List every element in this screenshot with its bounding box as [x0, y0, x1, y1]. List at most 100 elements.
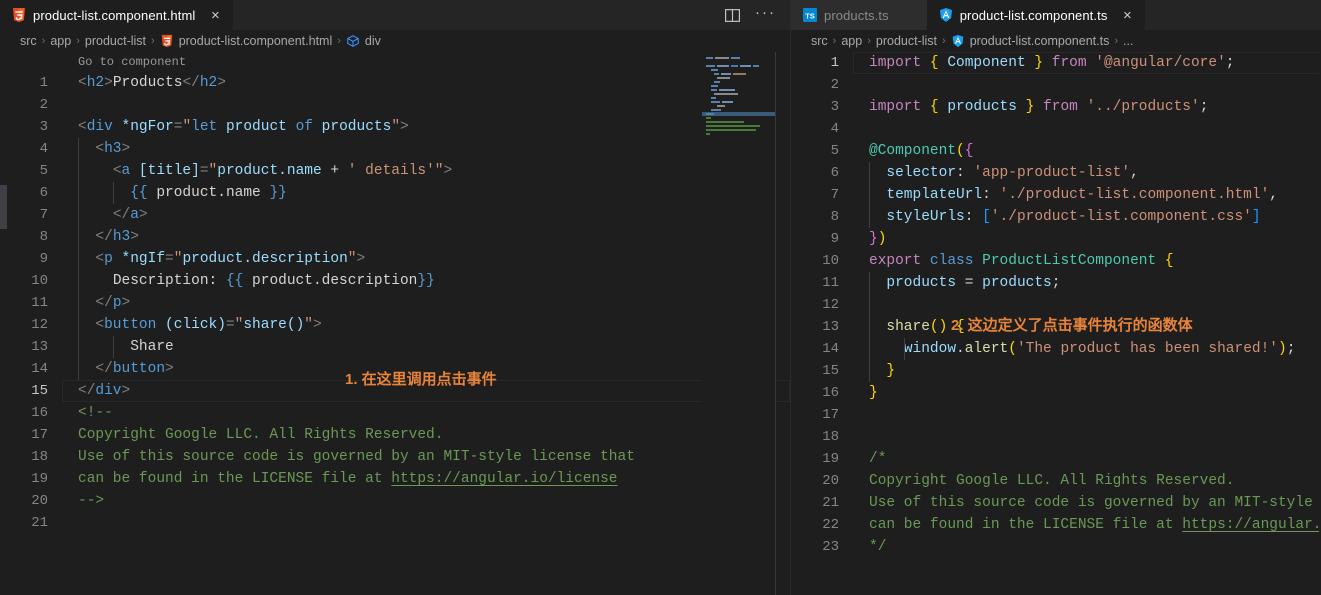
- line-content: <div *ngFor="let product of products">: [62, 116, 790, 138]
- code-line: 11 </p>: [0, 292, 790, 314]
- vertical-scrollbar-left[interactable]: [776, 52, 790, 595]
- line-number: 22: [822, 517, 839, 533]
- token: ProductListComponent: [982, 253, 1157, 269]
- line-content: can be found in the LICENSE file at http…: [62, 468, 790, 490]
- token: +: [330, 163, 340, 179]
- line-content: import { Component } from '@angular/core…: [853, 52, 1321, 74]
- horizontal-scroll-indicator-left[interactable]: [0, 185, 7, 229]
- line-content: Copyright Google LLC. All Rights Reserve…: [853, 470, 1321, 492]
- breadcrumb-item-app[interactable]: app: [50, 34, 71, 48]
- line-number: 14: [822, 341, 839, 357]
- codelens-go-to-component-link[interactable]: Go to component: [78, 55, 186, 69]
- code-line: 21 Use of this source code is governed b…: [791, 492, 1321, 514]
- code-editor-right[interactable]: 1 import { Component } from '@angular/co…: [791, 52, 1321, 595]
- breadcrumb-item-file[interactable]: product-list.component.ts: [951, 34, 1110, 48]
- token: <: [112, 163, 122, 179]
- vertical-scrollbar-right[interactable]: [1307, 52, 1321, 595]
- tab-close-icon[interactable]: ×: [1119, 8, 1135, 23]
- line-content: Share: [62, 336, 790, 358]
- token: window: [903, 341, 957, 357]
- line-content: [62, 94, 790, 116]
- license-url-link[interactable]: https://angular.: [1182, 517, 1321, 533]
- line-number: 8: [830, 209, 839, 225]
- token: }}: [269, 185, 287, 201]
- breadcrumb-item-src[interactable]: src: [811, 34, 828, 48]
- breadcrumb-separator: ›: [867, 35, 871, 47]
- split-editor-right-icon[interactable]: [724, 7, 741, 24]
- token: (: [956, 143, 965, 159]
- more-actions-icon[interactable]: ···: [755, 5, 776, 20]
- code-line: 20 Copyright Google LLC. All Rights Rese…: [791, 470, 1321, 492]
- token: {{: [130, 185, 148, 201]
- token: <: [95, 141, 105, 157]
- token: }: [1034, 55, 1044, 71]
- indent-guide: [78, 204, 79, 226]
- minimap-line: [702, 132, 776, 136]
- code-line: 14 window.alert('The product has been sh…: [791, 338, 1321, 360]
- indent-guide: [113, 336, 114, 358]
- token: h2: [86, 75, 105, 91]
- token: =: [225, 317, 235, 333]
- tab-product-list-component-html[interactable]: product-list.component.html ×: [0, 0, 234, 30]
- breadcrumb-item-src[interactable]: src: [20, 34, 37, 48]
- minimap-left[interactable]: [702, 52, 776, 595]
- line-number: 7: [830, 187, 839, 203]
- breadcrumb-item-symbol-div[interactable]: div: [346, 34, 381, 48]
- breadcrumb-item-app[interactable]: app: [841, 34, 862, 48]
- tab-product-list-component-ts[interactable]: product-list.component.ts ×: [926, 0, 1146, 30]
- token: ": [434, 163, 444, 179]
- line-number: 21: [822, 495, 839, 511]
- line-content: [853, 118, 1321, 140]
- breadcrumb-separator: ›: [942, 35, 946, 47]
- line-number: 15: [822, 363, 839, 379]
- token: {: [929, 55, 939, 71]
- token: 'app-product-list': [973, 165, 1131, 181]
- breadcrumb-item-product-list[interactable]: product-list: [85, 34, 146, 48]
- line-number: 5: [830, 143, 839, 159]
- indent-guide: [869, 338, 870, 360]
- token: product.name: [217, 163, 331, 179]
- breadcrumb-file-label: product-list.component.ts: [969, 34, 1110, 48]
- line-content: products = products;: [853, 272, 1321, 294]
- code-line-current: 1 import { Component } from '@angular/co…: [791, 52, 1321, 74]
- code-line: 3 <div *ngFor="let product of products">: [0, 116, 790, 138]
- editor-group-right: TS products.ts × product-list.component.…: [790, 0, 1321, 595]
- token: import: [869, 55, 922, 71]
- token: ;: [1286, 341, 1296, 357]
- token: products: [886, 275, 957, 291]
- tab-products-ts[interactable]: TS products.ts ×: [791, 0, 927, 30]
- token: >: [217, 75, 226, 91]
- breadcrumb-item-overflow[interactable]: ...: [1123, 34, 1133, 48]
- code-line: 8 styleUrls: ['./product-list.component.…: [791, 206, 1321, 228]
- breadcrumb-item-product-list[interactable]: product-list: [876, 34, 937, 48]
- license-url-link[interactable]: https://angular.io/license: [391, 471, 617, 487]
- breadcrumb-item-file[interactable]: product-list.component.html: [160, 34, 332, 48]
- token: product: [217, 119, 296, 135]
- line-number: 14: [31, 361, 48, 377]
- indent-guide: [904, 338, 905, 360]
- token: -->: [78, 493, 105, 509]
- code-scroll-left: Go to component 1 <h2>Products</h2> 2 3 …: [0, 52, 790, 595]
- line-number: 3: [830, 99, 839, 115]
- line-number: 8: [39, 229, 48, 245]
- token: <: [78, 119, 87, 135]
- token: from: [1043, 99, 1078, 115]
- token: p: [112, 295, 122, 311]
- angular-icon: [952, 34, 963, 48]
- token: can be found in the LICENSE file at: [869, 517, 1183, 533]
- token: >: [165, 361, 174, 377]
- line-content: </p>: [62, 292, 790, 314]
- token: }: [1025, 99, 1035, 115]
- tab-close-icon[interactable]: ×: [207, 8, 223, 23]
- token: button: [104, 317, 157, 333]
- token: ;: [1199, 99, 1209, 115]
- code-editor-left[interactable]: Go to component 1 <h2>Products</h2> 2 3 …: [0, 52, 790, 595]
- token: product.description: [182, 251, 348, 267]
- line-content: <p *ngIf="product.description">: [62, 248, 790, 270]
- token: }: [869, 385, 878, 401]
- token: export: [869, 253, 922, 269]
- token: @: [869, 143, 878, 159]
- line-number: 20: [822, 473, 839, 489]
- line-content: {{ product.name }}: [62, 182, 790, 204]
- code-line: 4 <h3>: [0, 138, 790, 160]
